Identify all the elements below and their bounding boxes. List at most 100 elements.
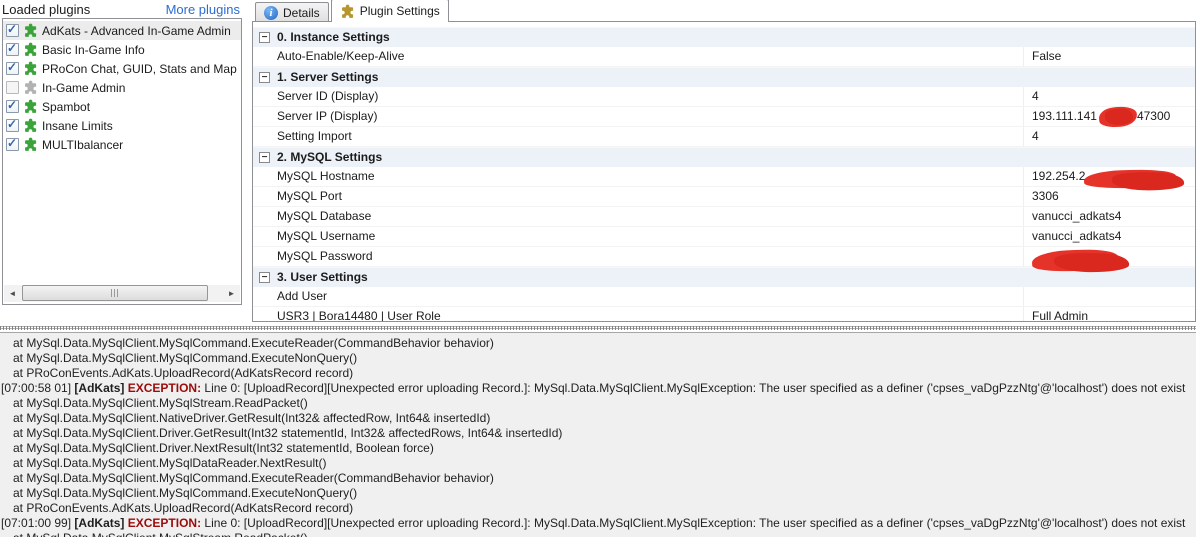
settings-row[interactable]: Setting Import 4 <box>253 127 1195 147</box>
setting-value[interactable]: 3306 <box>1023 187 1195 206</box>
collapse-icon[interactable]: − <box>259 152 270 163</box>
plugin-list-item[interactable]: AdKats - Advanced In-Game Admin <box>3 21 241 40</box>
console-stack-line: at MySql.Data.MySqlClient.MySqlCommand.E… <box>3 471 1196 486</box>
settings-row[interactable]: Auto-Enable/Keep-Alive False <box>253 47 1195 67</box>
setting-label: MySQL Password <box>253 249 373 263</box>
puzzle-icon <box>23 99 38 114</box>
puzzle-icon <box>23 118 38 133</box>
settings-row[interactable]: USR3 | Bora14480 | User RoleFull Admin <box>253 307 1195 322</box>
plugin-list-item[interactable]: Spambot <box>3 97 241 116</box>
console-stack-line: at MySql.Data.MySqlClient.MySqlCommand.E… <box>3 336 1196 351</box>
collapse-icon[interactable]: − <box>259 272 270 283</box>
setting-value[interactable]: 4 <box>1023 87 1195 106</box>
console-stack-line: at MySql.Data.MySqlClient.MySqlDataReade… <box>3 456 1196 471</box>
setting-value[interactable]: vanucci_adkats4 <box>1023 207 1195 226</box>
scroll-left-button[interactable]: ◄ <box>4 285 21 302</box>
setting-label: Setting Import <box>253 129 352 143</box>
setting-value-text: 192.254.2 <box>1032 169 1085 183</box>
setting-value-text: 193.111.141 <box>1032 109 1097 123</box>
plugin-list[interactable]: AdKats - Advanced In-Game Admin Basic In-… <box>2 18 242 305</box>
scrollbar-thumb[interactable] <box>22 285 208 301</box>
settings-section-row[interactable]: −2. MySQL Settings <box>253 147 1195 167</box>
setting-value[interactable]: 4 <box>1023 127 1195 146</box>
log-plugin-tag: [AdKats] <box>74 516 127 530</box>
console-stack-line: at MySql.Data.MySqlClient.Driver.NextRes… <box>3 441 1196 456</box>
plugin-enabled-checkbox[interactable] <box>6 43 19 56</box>
collapse-icon[interactable]: − <box>259 72 270 83</box>
setting-value[interactable]: 193.111.141 47300 <box>1023 107 1195 126</box>
plugin-list-item[interactable]: PRoCon Chat, GUID, Stats and Map Lo <box>3 59 241 78</box>
console-stack-line: at MySql.Data.MySqlClient.MySqlCommand.E… <box>3 486 1196 501</box>
setting-value-text: 4 <box>1032 129 1039 143</box>
settings-row[interactable]: MySQL Port 3306 <box>253 187 1195 207</box>
plugin-enabled-checkbox[interactable] <box>6 138 19 151</box>
settings-row[interactable]: MySQL Database vanucci_adkats4 <box>253 207 1195 227</box>
log-level-exception: EXCEPTION: <box>128 381 201 395</box>
console-stack-line: at PRoConEvents.AdKats.UploadRecord(AdKa… <box>3 366 1196 381</box>
settings-row[interactable]: Add User <box>253 287 1195 307</box>
log-message: Line 0: [UploadRecord][Unexpected error … <box>201 381 1185 395</box>
plugin-enabled-checkbox[interactable] <box>6 62 19 75</box>
plugin-label: Basic In-Game Info <box>42 43 145 57</box>
settings-section-row[interactable]: −0. Instance Settings <box>253 27 1195 47</box>
plugin-list-item[interactable]: Insane Limits <box>3 116 241 135</box>
settings-row[interactable]: MySQL Hostname192.254.2 <box>253 167 1195 187</box>
plugin-enabled-checkbox[interactable] <box>6 81 19 94</box>
setting-label: Add User <box>253 289 327 303</box>
settings-row[interactable]: MySQL Username vanucci_adkats4 <box>253 227 1195 247</box>
console-stack-line: at MySql.Data.MySqlClient.MySqlCommand.E… <box>3 351 1196 366</box>
setting-value[interactable]: Full Admin <box>1023 307 1195 322</box>
collapse-icon[interactable]: − <box>259 32 270 43</box>
tabstrip: i Details Plugin Settings <box>252 0 449 22</box>
section-label: 3. User Settings <box>277 270 368 284</box>
plugin-label: Insane Limits <box>42 119 113 133</box>
setting-label: MySQL Database <box>253 209 371 223</box>
setting-value[interactable] <box>1023 247 1195 266</box>
console-exception-line: [07:00:58 01] [AdKats] EXCEPTION: Line 0… <box>1 381 1196 396</box>
settings-row[interactable]: MySQL Password <box>253 247 1195 267</box>
plugin-list-item[interactable]: MULTIbalancer <box>3 135 241 154</box>
plugin-list-item[interactable]: In-Game Admin <box>3 78 241 97</box>
more-plugins-link[interactable]: More plugins <box>166 2 240 17</box>
setting-label: MySQL Username <box>253 229 375 243</box>
panel-splitter[interactable] <box>0 325 1196 332</box>
console-stack-line: at PRoConEvents.AdKats.UploadRecord(AdKa… <box>3 501 1196 516</box>
console-exception-line: [07:01:00 99] [AdKats] EXCEPTION: Line 0… <box>1 516 1196 531</box>
plugins-header: Loaded plugins More plugins <box>0 0 246 17</box>
redaction-scribble <box>1032 248 1119 273</box>
setting-value[interactable]: 192.254.2 <box>1023 167 1195 186</box>
scrollbar-track[interactable] <box>21 285 223 302</box>
console-log[interactable]: at MySql.Data.MySqlClient.MySqlCommand.E… <box>0 332 1196 537</box>
console-stack-line: at MySql.Data.MySqlClient.MySqlStream.Re… <box>3 531 1196 537</box>
puzzle-edit-icon <box>340 4 355 19</box>
plugin-enabled-checkbox[interactable] <box>6 119 19 132</box>
setting-value[interactable]: vanucci_adkats4 <box>1023 227 1195 246</box>
scrollbar-grip-icon <box>111 289 120 297</box>
setting-label: MySQL Port <box>253 189 342 203</box>
scroll-right-button[interactable]: ► <box>223 285 240 302</box>
setting-value[interactable]: False <box>1023 47 1195 66</box>
setting-value-text: 47300 <box>1137 109 1170 123</box>
tab-details[interactable]: i Details <box>255 2 329 22</box>
settings-section-row[interactable]: −1. Server Settings <box>253 67 1195 87</box>
plugin-enabled-checkbox[interactable] <box>6 24 19 37</box>
plugin-list-hscrollbar[interactable]: ◄ ► <box>4 285 240 302</box>
setting-label: Server IP (Display) <box>253 109 377 123</box>
setting-value[interactable] <box>1023 287 1195 306</box>
setting-value-text: 4 <box>1032 89 1039 103</box>
settings-row[interactable]: Server IP (Display) 193.111.141 47300 <box>253 107 1195 127</box>
tab-plugin-settings[interactable]: Plugin Settings <box>331 0 449 22</box>
plugin-enabled-checkbox[interactable] <box>6 100 19 113</box>
plugin-list-item[interactable]: Basic In-Game Info <box>3 40 241 59</box>
console-stack-line: at MySql.Data.MySqlClient.Driver.GetResu… <box>3 426 1196 441</box>
settings-row[interactable]: Server ID (Display)4 <box>253 87 1195 107</box>
setting-value-text: 3306 <box>1032 189 1059 203</box>
puzzle-icon <box>23 23 38 38</box>
plugin-settings-panel: −0. Instance SettingsAuto-Enable/Keep-Al… <box>252 21 1196 322</box>
tab-plugin-settings-label: Plugin Settings <box>360 4 440 18</box>
section-label: 1. Server Settings <box>277 70 378 84</box>
setting-label: Auto-Enable/Keep-Alive <box>253 49 404 63</box>
plugin-label: Spambot <box>42 100 90 114</box>
plugin-label: AdKats - Advanced In-Game Admin <box>42 24 231 38</box>
settings-grid[interactable]: −0. Instance SettingsAuto-Enable/Keep-Al… <box>253 22 1195 322</box>
